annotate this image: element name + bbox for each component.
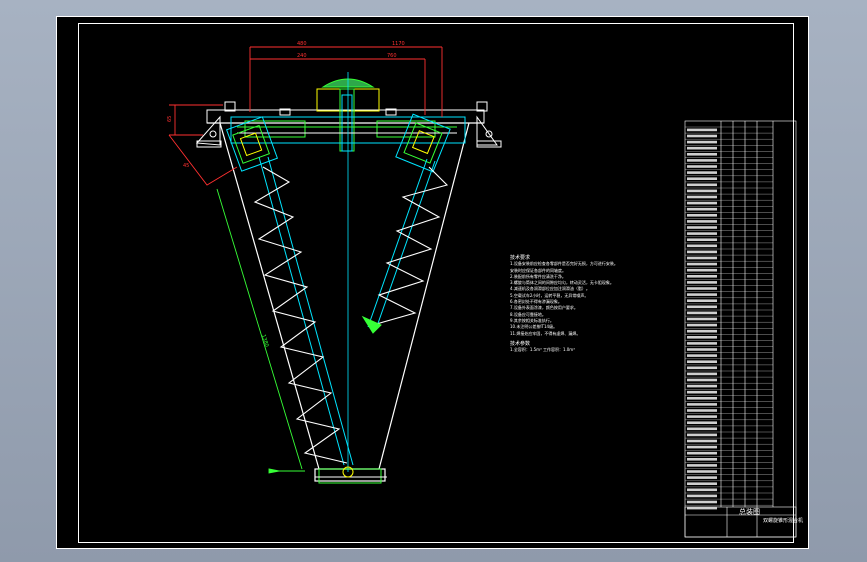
parts-list-row-text xyxy=(687,323,717,327)
parts-list-row-text xyxy=(687,445,717,449)
parts-list-row-text xyxy=(687,317,717,321)
dimension-top-right: 1170 xyxy=(392,41,405,47)
parts-list-row-text xyxy=(687,287,717,290)
parts-list-row-text xyxy=(687,153,717,156)
technical-notes: 技术要求 1.设备安装前应检查各零部件是否完好无损，方可进行安装。 安装时应保证… xyxy=(510,255,670,353)
parts-list-row-text xyxy=(687,165,717,168)
parts-list-row-text xyxy=(687,171,717,174)
parts-list-row-text xyxy=(687,421,717,424)
parts-list-row-text xyxy=(687,360,717,363)
parts-list-row-text xyxy=(687,366,717,370)
parts-list-row-text xyxy=(687,433,717,437)
parts-list-row-text xyxy=(687,439,717,443)
parts-list-row-text xyxy=(687,427,717,431)
parts-list-row-text xyxy=(687,250,717,254)
parts-list-row-text xyxy=(687,207,717,211)
parts-list-row-text xyxy=(687,281,717,284)
parts-list-row-text xyxy=(687,470,717,473)
parts-list-row-text xyxy=(687,336,717,339)
parts-list-row-text xyxy=(687,262,717,266)
parts-list-row-text xyxy=(687,342,717,345)
parts-list-row-text xyxy=(687,500,717,504)
parts-list-row-text xyxy=(687,354,717,357)
diagonal-dimension xyxy=(216,188,305,474)
parts-list-row-text xyxy=(687,140,717,144)
parts-list-row-text xyxy=(687,311,717,315)
dimension-left-angle: 45 xyxy=(183,163,189,169)
parts-list-row-text xyxy=(687,146,717,150)
parts-list-row-text xyxy=(687,275,717,278)
parts-list-row-text xyxy=(687,299,717,302)
dimension-lines xyxy=(168,46,443,186)
parts-list-row-text xyxy=(687,128,717,132)
mixer-drawing: 480 240 1170 760 65 45 1380 xyxy=(167,41,797,538)
parts-list-row-text xyxy=(687,195,717,199)
parts-list-row-text xyxy=(687,305,717,309)
parts-list-row-text xyxy=(687,293,717,296)
top-drive-assembly xyxy=(206,78,488,152)
parts-list-row-text xyxy=(687,244,717,248)
parts-list-row-text xyxy=(687,482,717,485)
dimension-top-inner: 240 xyxy=(297,53,307,59)
parts-list-row-text xyxy=(687,409,717,412)
drawing-sheet: 480 240 1170 760 65 45 1380 技术要求 1.设备安装前… xyxy=(56,16,809,549)
left-screw xyxy=(253,156,354,466)
parts-list-row-text xyxy=(687,256,717,260)
parts-list-row-text xyxy=(687,464,717,467)
right-screw xyxy=(361,158,449,334)
parts-list-row-text xyxy=(687,451,717,455)
parts-list-row-text xyxy=(687,220,717,223)
parts-list-row-text xyxy=(687,415,717,418)
parts-list-row-text xyxy=(687,189,717,193)
parts-list-row-text xyxy=(687,458,717,461)
parts-list-row-text xyxy=(687,488,717,492)
title-block-main: 总装图 xyxy=(739,508,760,516)
parts-list-row-text xyxy=(687,390,717,394)
parts-list-row-text xyxy=(687,232,717,235)
parts-list-row-text xyxy=(687,226,717,229)
parts-list-row-text xyxy=(687,238,717,241)
parts-list-row-text xyxy=(687,348,717,351)
title-block-part: 双螺旋锥形混合机 xyxy=(763,518,804,524)
parts-list-row-text xyxy=(687,177,717,180)
parts-list-row-text xyxy=(687,201,717,205)
parts-list-row-text xyxy=(687,268,717,272)
parts-list-row-text xyxy=(687,183,717,187)
dimension-left-side: 65 xyxy=(167,116,173,122)
parts-list-row-text xyxy=(687,134,717,138)
cad-viewport[interactable]: 480 240 1170 760 65 45 1380 技术要求 1.设备安装前… xyxy=(0,0,867,562)
parts-list-row-text xyxy=(687,384,717,388)
note-line: 11.焊接处应牢固，不得有虚焊、漏焊。 xyxy=(510,330,581,336)
parts-list-row-text xyxy=(687,506,717,510)
parts-list-row-text xyxy=(687,329,717,333)
dimension-top-right-inner: 760 xyxy=(387,53,397,59)
parts-list-row-text xyxy=(687,372,717,376)
parts-list-row-text xyxy=(687,476,717,479)
cone-body xyxy=(207,122,484,482)
parts-list-row-text xyxy=(687,397,717,400)
parts-list-row-text xyxy=(687,403,717,406)
parts-list-row-text xyxy=(687,494,717,498)
dimension-diagonal: 1380 xyxy=(260,334,269,348)
parts-list-row-text xyxy=(687,378,717,382)
parts-list-row-text xyxy=(687,159,717,162)
parts-list-rows xyxy=(685,126,773,510)
parts-list-row-text xyxy=(687,214,717,217)
notes-list: 1.设备安装前应检查各零部件是否完好无损，方可进行安装。 安装时应保证各部件的同… xyxy=(510,261,670,337)
dimension-top-left: 480 xyxy=(297,41,307,47)
note-line: 1.全容积：1.5m³ 工作容积：1.0m³ xyxy=(510,347,575,353)
